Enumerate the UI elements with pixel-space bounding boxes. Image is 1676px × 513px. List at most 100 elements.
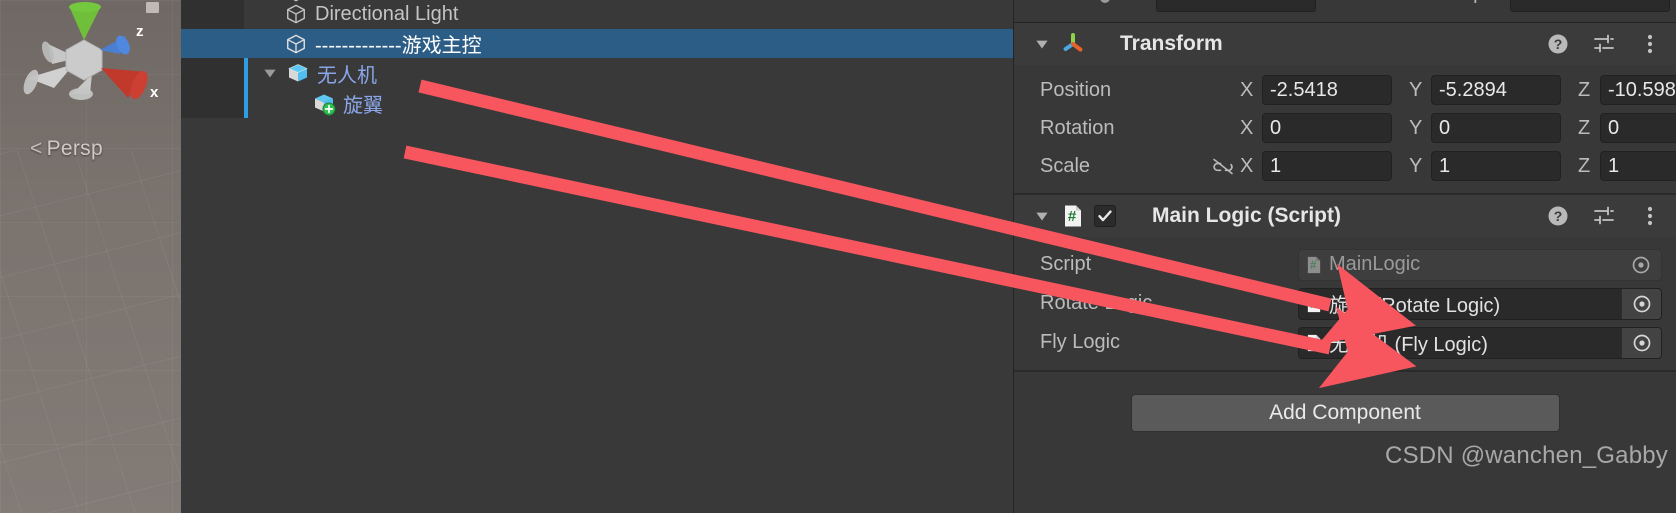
kebab-menu-icon[interactable] [1638, 32, 1662, 56]
axis-label-x: X [1240, 154, 1254, 177]
scale-vector: X 1 Y 1 Z 1 [1240, 151, 1676, 181]
svg-text:#: # [1310, 259, 1317, 271]
hierarchy-label: 旋翼 [343, 94, 383, 117]
row-gutter [181, 88, 244, 118]
csharp-script-icon: # [1299, 294, 1329, 314]
component-tools: ? [1546, 195, 1662, 237]
add-component-area: Add Component [1014, 372, 1676, 432]
csharp-script-icon: # [1056, 203, 1090, 229]
axis-label-x: X [1240, 116, 1254, 139]
chevron-down-icon[interactable] [257, 64, 283, 82]
hierarchy-label: Directional Light [315, 2, 459, 25]
rotation-z-input[interactable]: 0 [1600, 113, 1676, 143]
constrain-proportions-off-icon[interactable] [1206, 154, 1240, 178]
rotate-logic-object-field[interactable]: # 旋翼 (Rotate Logic) [1298, 287, 1662, 320]
row-gutter [181, 58, 244, 88]
transform-position-row: Position X -2.5418 Y -5.2894 Z -10.598 [1014, 71, 1676, 109]
gizmo-x-axis-cone [101, 68, 148, 100]
add-component-button[interactable]: Add Component [1130, 394, 1560, 432]
chevron-down-icon[interactable] [1028, 35, 1056, 53]
scene-view-panel[interactable]: z x < Persp [0, 0, 181, 513]
hierarchy-label: 无人机 [317, 64, 377, 87]
scene-projection-toggle[interactable]: < Persp [30, 137, 103, 161]
chevron-left-icon: < [30, 137, 43, 160]
gameobject-cube-icon [281, 3, 311, 25]
csharp-script-icon: # [1299, 255, 1329, 275]
clipped-field-x [1156, 0, 1316, 12]
scale-x-input[interactable]: 1 [1262, 151, 1392, 181]
inspector-panel[interactable]: Y Transform ? [1014, 0, 1676, 513]
clipped-icon [1100, 0, 1110, 3]
hierarchy-panel[interactable]: Main Camera Directional Light ----------… [181, 0, 1014, 513]
transform-scale-row: Scale X 1 Y 1 Z 1 [1014, 147, 1676, 185]
rotation-vector: X 0 Y 0 Z 0 [1240, 113, 1676, 143]
scale-y-input[interactable]: 1 [1431, 151, 1561, 181]
transform-body: Position X -2.5418 Y -5.2894 Z -10.598 R… [1014, 65, 1676, 193]
axis-label-z: Z [1578, 154, 1591, 177]
clipped-field-y [1510, 0, 1670, 12]
chevron-down-icon[interactable] [1028, 207, 1056, 225]
hierarchy-row-rotor[interactable]: 旋翼 [181, 88, 1013, 118]
hierarchy-label: -------------游戏主控 [315, 35, 482, 57]
component-transform: Transform ? Position X -2.5418 Y -5.2894… [1014, 23, 1676, 193]
property-label: Fly Logic [1040, 331, 1121, 353]
position-y-input[interactable]: -5.2894 [1431, 75, 1561, 105]
component-main-logic: # Main Logic (Script) ? Script # MainLog… [1014, 195, 1676, 370]
transform-gizmo-icon [1056, 31, 1090, 57]
main-logic-header[interactable]: # Main Logic (Script) ? [1014, 195, 1676, 237]
rotation-y-input[interactable]: 0 [1431, 113, 1561, 143]
hierarchy-row-drone[interactable]: 无人机 [181, 58, 1013, 88]
object-picker-icon[interactable] [1621, 327, 1661, 358]
transform-header[interactable]: Transform ? [1014, 23, 1676, 65]
gizmo-center-cube [65, 39, 103, 81]
clipped-axis-y-label: Y [1469, 0, 1482, 9]
rotate-logic-field-row: Rotate Logic # 旋翼 (Rotate Logic) [1014, 284, 1676, 323]
position-x-input[interactable]: -2.5418 [1262, 75, 1392, 105]
rotation-x-input[interactable]: 0 [1262, 113, 1392, 143]
object-picker-icon[interactable] [1621, 250, 1661, 280]
axis-label-y: Y [1409, 116, 1423, 139]
property-label: Rotation [1040, 116, 1115, 139]
help-icon[interactable]: ? [1546, 32, 1570, 56]
gizmo-z-axis-cone [100, 35, 130, 55]
prefab-icon [283, 60, 313, 86]
main-logic-body: Script # MainLogic Rotate Logic # 旋翼 (Ro… [1014, 237, 1676, 370]
script-object-field: # MainLogic [1298, 248, 1662, 281]
axis-label-x: X [1240, 78, 1254, 101]
gizmo-y-axis-cone [69, 2, 101, 40]
axis-label-y: Y [1409, 78, 1423, 101]
component-title: Transform [1120, 32, 1223, 55]
prefab-variant-icon [309, 90, 339, 116]
row-gutter [181, 0, 244, 29]
watermark-text: CSDN @wanchen_Gabby [1385, 442, 1668, 469]
svg-text:#: # [1310, 298, 1317, 310]
hierarchy-row-directional-light[interactable]: Directional Light [181, 0, 1013, 29]
object-field-value: 无人机 (Fly Logic) [1329, 334, 1488, 356]
axis-label-z: Z [1578, 78, 1591, 101]
gizmo-z-label: z [136, 23, 144, 40]
fly-logic-field-row: Fly Logic # 无人机 (Fly Logic) [1014, 323, 1676, 362]
hierarchy-row-game-controller[interactable]: -------------游戏主控 [181, 29, 1013, 58]
component-tools: ? [1546, 23, 1662, 65]
row-gutter [181, 29, 244, 58]
inspector-clipped-row-above: Y [1014, 0, 1676, 22]
kebab-menu-icon[interactable] [1638, 204, 1662, 228]
preset-icon[interactable] [1592, 32, 1616, 56]
gameobject-cube-icon [281, 33, 311, 55]
transform-rotation-row: Rotation X 0 Y 0 Z 0 [1014, 109, 1676, 147]
position-z-input[interactable]: -10.598 [1600, 75, 1676, 105]
unity-editor-window: z x < Persp Main Camera [0, 0, 1676, 513]
help-icon[interactable]: ? [1546, 204, 1570, 228]
scale-z-input[interactable]: 1 [1600, 151, 1676, 181]
scene-orientation-gizmo[interactable]: z x [8, 2, 168, 122]
property-label: Script [1040, 253, 1092, 275]
fly-logic-object-field[interactable]: # 无人机 (Fly Logic) [1298, 326, 1662, 359]
gizmo-x-label: x [150, 84, 159, 101]
property-label: Scale [1040, 154, 1091, 177]
object-field-value: MainLogic [1329, 253, 1421, 275]
csharp-script-icon: # [1299, 333, 1329, 353]
object-picker-icon[interactable] [1621, 288, 1661, 319]
component-enabled-checkbox[interactable] [1094, 205, 1116, 227]
preset-icon[interactable] [1592, 204, 1616, 228]
axis-label-y: Y [1409, 154, 1423, 177]
